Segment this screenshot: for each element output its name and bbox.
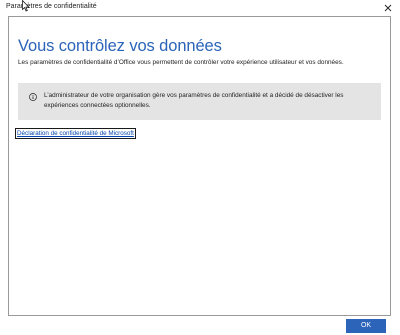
page-description: Les paramètres de confidentialité d’Offi… bbox=[18, 59, 344, 66]
ok-button[interactable]: OK bbox=[346, 319, 386, 333]
close-icon[interactable] bbox=[382, 2, 394, 14]
mouse-cursor-icon bbox=[22, 0, 30, 12]
admin-notice-text: L’administrateur de votre organisation g… bbox=[44, 92, 344, 109]
window-title: Paramètres de confidentialité bbox=[6, 3, 97, 10]
page-title: Vous contrôlez vos données bbox=[18, 37, 222, 55]
dialog-content: Vous contrôlez vos données Les paramètre… bbox=[8, 16, 391, 316]
privacy-settings-dialog: Paramètres de confidentialité Vous contr… bbox=[0, 0, 400, 335]
admin-notice: L’administrateur de votre organisation g… bbox=[18, 83, 381, 120]
privacy-statement-link[interactable]: Déclaration de confidentialité de Micros… bbox=[15, 128, 136, 139]
info-icon bbox=[29, 93, 37, 101]
title-bar: Paramètres de confidentialité bbox=[0, 0, 400, 16]
